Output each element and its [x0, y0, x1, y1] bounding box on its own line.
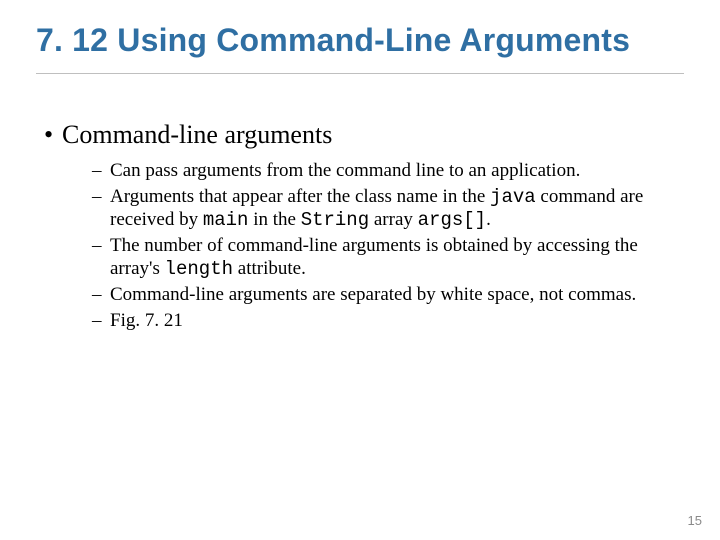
title-underline	[36, 73, 684, 74]
sub-bullet-list: –Can pass arguments from the command lin…	[36, 160, 684, 333]
sub-bullet-5: –Fig. 7. 21	[92, 310, 684, 332]
sub-bullet-3: –The number of command-line arguments is…	[92, 235, 684, 280]
sub-bullet-4-text: Command-line arguments are separated by …	[110, 284, 636, 305]
page-number: 15	[688, 513, 702, 528]
sub-bullet-3-text-b: attribute.	[233, 258, 306, 279]
code-main: main	[203, 209, 249, 231]
dash-icon: –	[92, 310, 110, 332]
sub-bullet-1: –Can pass arguments from the command lin…	[92, 160, 684, 182]
dash-icon: –	[92, 186, 110, 208]
bullet-main-text: Command-line arguments	[62, 120, 332, 149]
slide: 7. 12 Using Command-Line Arguments •Comm…	[0, 0, 720, 540]
code-java: java	[490, 186, 536, 208]
slide-title: 7. 12 Using Command-Line Arguments	[36, 22, 684, 59]
dash-icon: –	[92, 160, 110, 182]
sub-bullet-2-text-c: in the	[248, 209, 300, 230]
sub-bullet-1-text: Can pass arguments from the command line…	[110, 160, 580, 181]
code-args: args[]	[418, 209, 486, 231]
code-string: String	[301, 209, 369, 231]
sub-bullet-4: –Command-line arguments are separated by…	[92, 284, 684, 306]
sub-bullet-5-text: Fig. 7. 21	[110, 310, 183, 331]
bullet-level-1: •Command-line arguments	[36, 120, 684, 150]
dash-icon: –	[92, 235, 110, 257]
sub-bullet-2-text-e: .	[486, 209, 491, 230]
dash-icon: –	[92, 284, 110, 306]
sub-bullet-2-text-d: array	[369, 209, 418, 230]
sub-bullet-2-text-a: Arguments that appear after the class na…	[110, 186, 490, 207]
sub-bullet-2: –Arguments that appear after the class n…	[92, 186, 684, 231]
code-length: length	[165, 258, 233, 280]
bullet-dot-icon: •	[44, 120, 62, 150]
